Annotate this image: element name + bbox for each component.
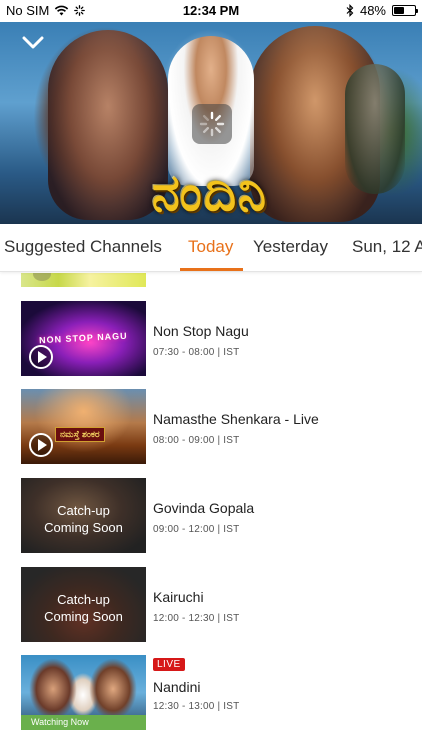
tab-suggested-channels[interactable]: Suggested Channels [4,237,162,257]
program-title: Namasthe Shenkara - Live [153,411,319,427]
play-icon[interactable] [29,345,53,369]
video-player[interactable]: ನಂದಿನಿ [0,22,422,224]
catchup-text: Catch-up [57,592,110,607]
tab-yesterday[interactable]: Yesterday [253,237,328,257]
coming-soon-text: Coming Soon [44,520,123,535]
program-title: Nandini [153,679,201,695]
list-item[interactable]: NON STOP NAGU Non Stop Nagu 07:30 - 08:0… [0,301,422,377]
program-title: Non Stop Nagu [153,323,249,339]
list-item[interactable]: Catch-up Coming Soon Kairuchi 12:00 - 12… [0,567,422,643]
thumbnail-title: ನಮಸ್ತೆ ಶಂಕರ [55,427,105,442]
live-badge: LIVE [153,658,185,671]
program-title: Kairuchi [153,589,204,605]
status-bar: No SIM 12:34 PM 48% [0,0,422,22]
program-thumbnail[interactable]: Catch-up Coming Soon [21,478,146,553]
battery-icon [392,5,418,16]
coming-soon-text: Coming Soon [44,609,123,624]
program-time: 12:00 - 12:30 | IST [153,613,240,624]
program-thumbnail[interactable]: ನಮಸ್ತೆ ಶಂಕರ [21,389,146,464]
program-thumbnail[interactable]: NON STOP NAGU [21,301,146,376]
thumbnail-title: NON STOP NAGU [38,330,128,346]
battery-level [394,7,404,14]
date-tabs: Suggested Channels Today Yesterday Sun, … [0,224,422,272]
list-item[interactable]: Catch-up Coming Soon Govinda Gopala 09:0… [0,478,422,554]
program-thumbnail-partial[interactable] [21,273,146,287]
active-tab-indicator [180,268,243,271]
program-list[interactable]: NON STOP NAGU Non Stop Nagu 07:30 - 08:0… [0,273,422,750]
battery-percent: 48% [359,3,386,18]
tab-sun-12[interactable]: Sun, 12 A [352,237,422,257]
program-thumbnail[interactable]: Catch-up Coming Soon [21,567,146,642]
play-icon[interactable] [29,433,53,457]
program-time: 12:30 - 13:00 | IST [153,701,240,712]
bluetooth-icon [346,4,354,17]
program-title: Govinda Gopala [153,500,255,516]
program-time: 07:30 - 08:00 | IST [153,347,240,358]
catchup-text: Catch-up [57,503,110,518]
list-item[interactable]: Watching Now LIVE Nandini 12:30 - 13:00 … [0,655,422,731]
catchup-label: Catch-up Coming Soon [21,591,146,625]
status-right: 48% [346,3,418,18]
chevron-down-icon[interactable] [22,36,44,54]
catchup-label: Catch-up Coming Soon [21,502,146,536]
tab-today[interactable]: Today [188,237,233,257]
program-thumbnail[interactable]: Watching Now [21,655,146,730]
list-item[interactable]: ನಮಸ್ತೆ ಶಂಕರ Namasthe Shenkara - Live 08:… [0,389,422,465]
watching-now-bar: Watching Now [21,715,146,730]
show-logo: ನಂದಿನಿ [151,163,269,222]
program-time: 08:00 - 09:00 | IST [153,435,240,446]
program-time: 09:00 - 12:00 | IST [153,524,240,535]
spinner-icon [192,104,232,144]
